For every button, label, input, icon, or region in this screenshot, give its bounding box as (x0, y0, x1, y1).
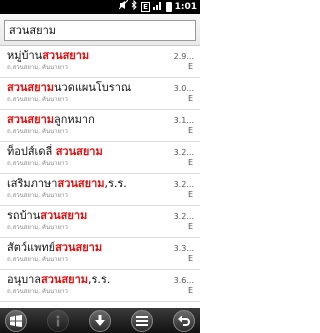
list-item[interactable]: สัตว์แพทย์สวนสยาม ถ.สวนสยาม, คันนายาว 3.… (0, 238, 200, 270)
result-direction: E (187, 254, 193, 263)
search-input[interactable]: สวนสยาม (4, 20, 196, 41)
windows-button[interactable] (5, 309, 27, 332)
list-item[interactable]: รถบ้านสวนสยาม ถ.สวนสยาม, คันนายาว 3.2...… (0, 206, 200, 238)
bluetooth-icon (131, 0, 138, 14)
result-distance: 3.2... (173, 212, 194, 221)
result-name: สวนสยามนวดแผนโบราณ (7, 81, 132, 94)
mute-icon (118, 0, 129, 14)
menu-icon (136, 315, 148, 326)
search-header: สวนสยาม (0, 14, 200, 46)
result-name-highlight: สวนสยาม (7, 113, 54, 126)
clock: 1:01 (174, 2, 197, 12)
battery-icon (166, 2, 172, 12)
result-address: ถ.สวนสยาม, คันนายาว (7, 256, 68, 263)
result-address: ถ.สวนสยาม, คันนายาว (7, 128, 68, 135)
result-name: ท็อปส์เดลี่ สวนสยาม (7, 145, 103, 158)
result-address: ถ.สวนสยาม, คันนายาว (7, 96, 68, 103)
back-icon (178, 315, 190, 327)
download-button[interactable] (89, 309, 111, 332)
result-name-highlight: สวนสยาม (7, 81, 54, 94)
result-name: อนุบาลสวนสยาม,ร.ร. (7, 273, 111, 286)
result-name-highlight: สวนสยาม (41, 273, 89, 286)
result-direction: E (187, 158, 193, 167)
result-direction: E (187, 62, 193, 71)
result-direction: E (187, 222, 193, 231)
download-icon (94, 314, 106, 327)
result-distance: 3.2... (173, 148, 194, 157)
result-address: ถ.สวนสยาม, คันนายาว (7, 224, 68, 231)
status-bar: E 1:01 (0, 0, 200, 14)
result-direction: E (187, 286, 193, 295)
result-name-highlight: สวนสยาม (55, 145, 103, 158)
list-item[interactable]: สวนสยามนวดแผนโบราณ ถ.สวนสยาม, คันนายาว 3… (0, 78, 200, 110)
result-address: ถ.สวนสยาม, คันนายาว (7, 192, 68, 199)
result-distance: 3.3... (173, 244, 194, 253)
result-distance: 3.2... (173, 180, 194, 189)
result-address: ถ.สวนสยาม, คันนายาว (7, 288, 68, 295)
list-item[interactable]: ท็อปส์เดลี่ สวนสยาม ถ.สวนสยาม, คันนายาว … (0, 142, 200, 174)
result-name: รถบ้านสวนสยาม (7, 209, 88, 222)
list-item[interactable]: เสริมภาษาสวนสยาม,ร.ร. ถ.สวนสยาม, คันนายา… (0, 174, 200, 206)
network-e-icon: E (141, 2, 150, 12)
bottom-toolbar (0, 308, 200, 333)
result-distance: 3.1... (173, 116, 194, 125)
result-name-highlight: สวนสยาม (40, 209, 88, 222)
result-name-highlight: สวนสยาม (57, 177, 105, 190)
result-name-highlight: สวนสยาม (55, 241, 103, 254)
result-distance: 3.6... (173, 276, 194, 285)
result-direction: E (187, 94, 193, 103)
result-name: สวนสยามลูกหมาก (7, 113, 95, 126)
results-list[interactable]: หมู่บ้านสวนสยาม ถ.สวนสยาม, คันนายาว 2.9.… (0, 46, 200, 308)
result-address: ถ.สวนสยาม, คันนายาว (7, 160, 68, 167)
menu-button[interactable] (131, 309, 153, 332)
result-name: สัตว์แพทย์สวนสยาม (7, 241, 103, 254)
info-icon (54, 315, 62, 327)
result-direction: E (187, 126, 193, 135)
list-item[interactable]: อนุบาลสวนสยาม,ร.ร. ถ.สวนสยาม, คันนายาว 3… (0, 270, 200, 302)
result-name-highlight: สวนสยาม (42, 49, 90, 62)
list-item[interactable]: หมู่บ้านสวนสยาม ถ.สวนสยาม, คันนายาว 2.9.… (0, 46, 200, 78)
windows-icon (10, 314, 22, 327)
result-distance: 3.0... (173, 84, 194, 93)
list-item[interactable]: สวนสยามลูกหมาก ถ.สวนสยาม, คันนายาว 3.1..… (0, 110, 200, 142)
info-button[interactable] (47, 309, 69, 332)
result-name: หมู่บ้านสวนสยาม (7, 49, 90, 62)
result-direction: E (187, 190, 193, 199)
status-icons: E (118, 0, 172, 14)
result-name: เสริมภาษาสวนสยาม,ร.ร. (7, 177, 127, 190)
result-distance: 2.9... (173, 52, 194, 61)
signal-icon (153, 0, 163, 14)
back-button[interactable] (173, 309, 195, 332)
result-address: ถ.สวนสยาม, คันนายาว (7, 64, 68, 71)
